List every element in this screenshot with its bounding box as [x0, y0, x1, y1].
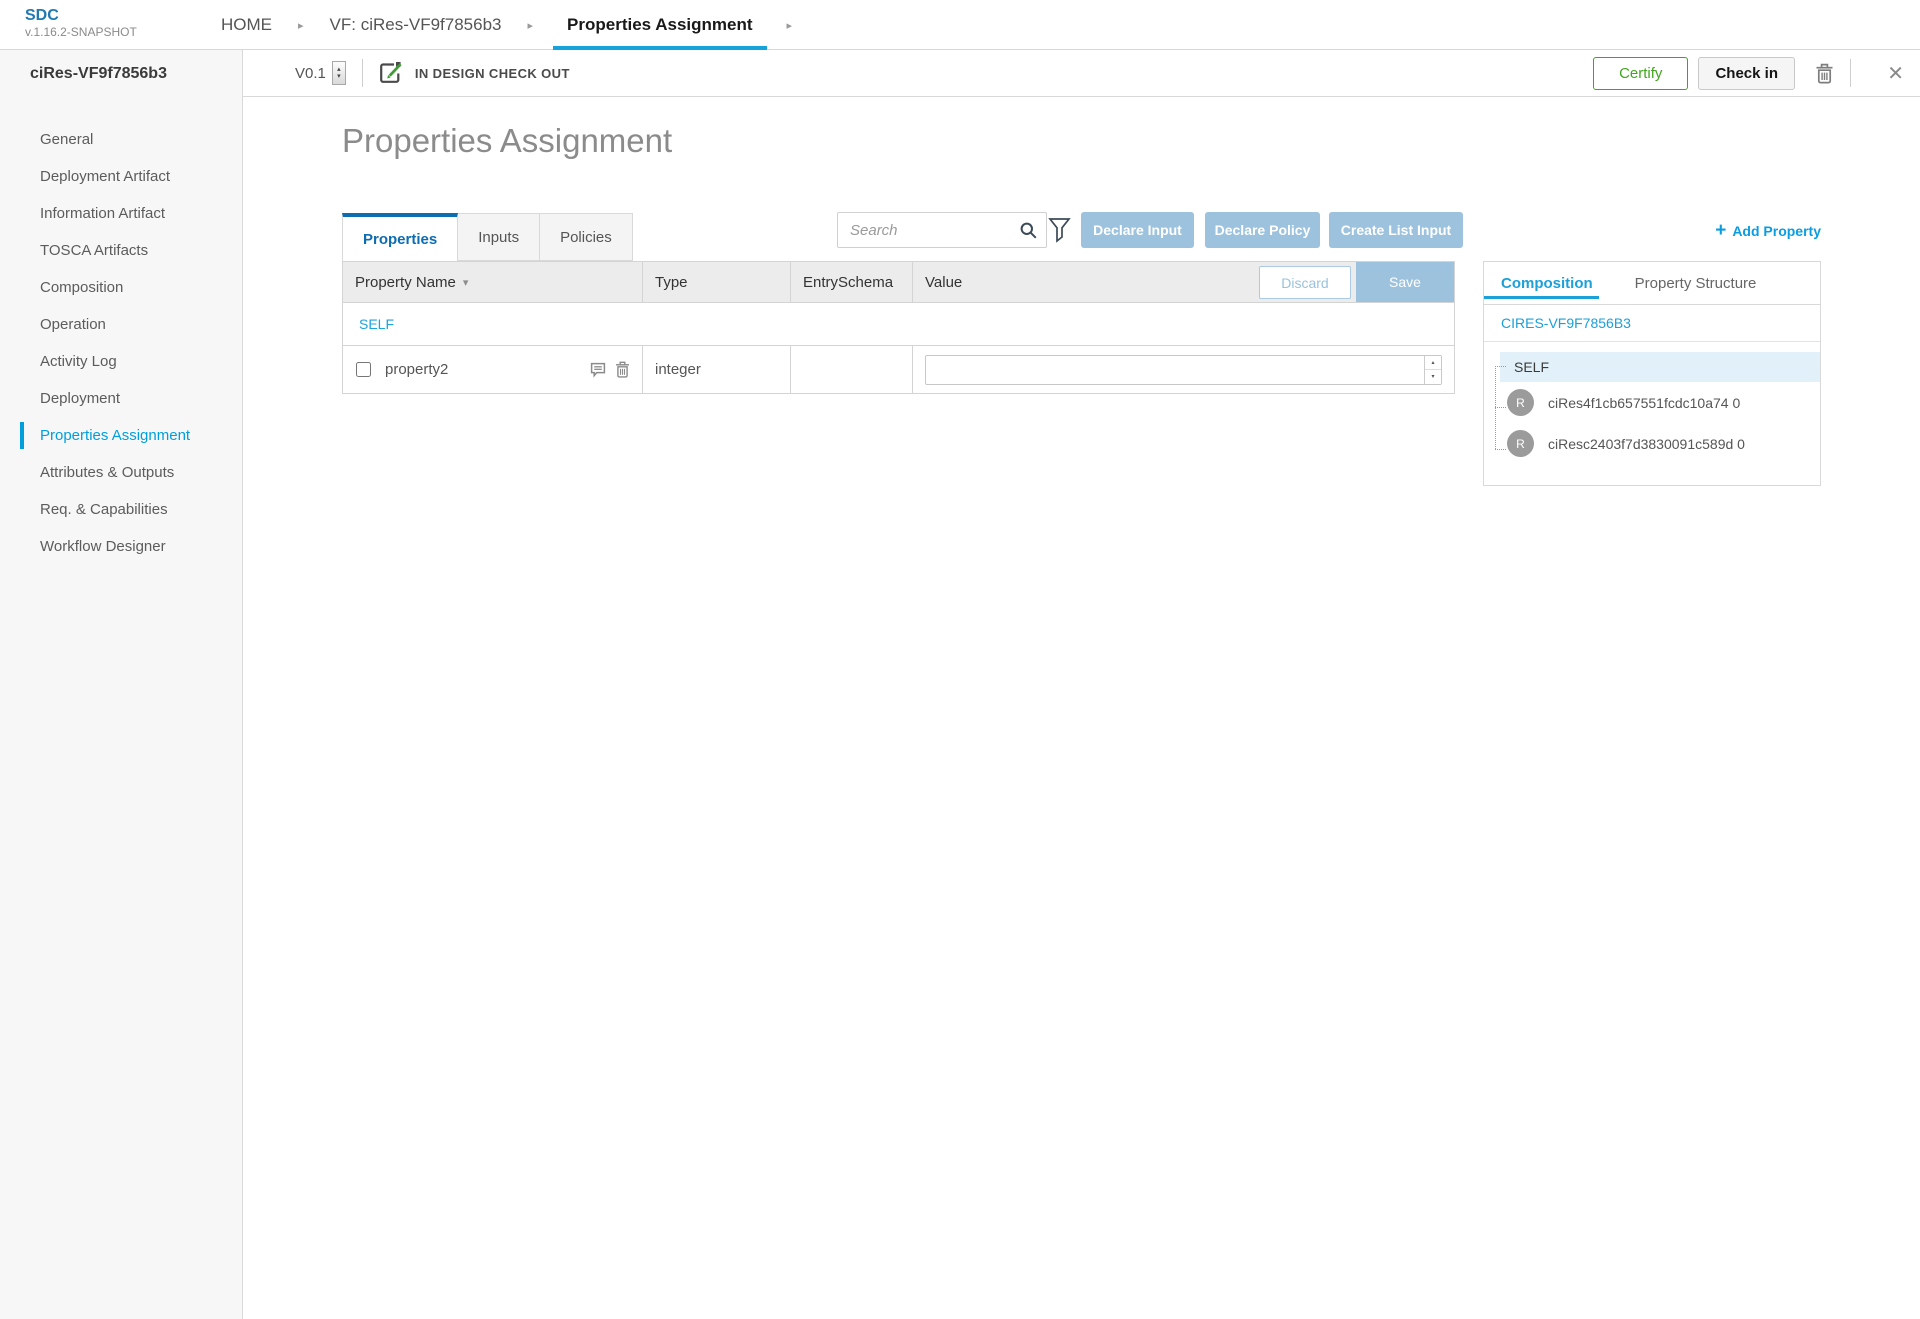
sidebar: General Deployment Artifact Information …: [0, 97, 243, 1319]
toolbar-actions: Certify Check in ✕: [1593, 56, 1904, 90]
tree-item-resource-1[interactable]: R ciRes4f1cb657551fcdc10a74 0: [1507, 382, 1820, 423]
discard-button[interactable]: Discard: [1259, 266, 1351, 299]
properties-tabs: Properties Inputs Policies: [342, 213, 633, 261]
spinner-down-icon[interactable]: ▾: [1425, 370, 1441, 384]
check-in-button[interactable]: Check in: [1698, 56, 1796, 90]
sidebar-item-deployment[interactable]: Deployment: [0, 380, 242, 417]
top-nav: SDC v.1.16.2-SNAPSHOT HOME ▸ VF: ciRes-V…: [0, 0, 1920, 51]
tab-property-structure[interactable]: Property Structure: [1635, 262, 1757, 304]
sort-icon[interactable]: ▾: [463, 276, 469, 289]
add-property-label: Add Property: [1732, 223, 1821, 239]
spinner-up-icon[interactable]: ▴: [337, 66, 341, 73]
sidebar-item-deployment-artifact[interactable]: Deployment Artifact: [0, 158, 242, 195]
toolbar-divider: [1850, 59, 1852, 87]
declare-policy-button[interactable]: Declare Policy: [1205, 212, 1320, 248]
breadcrumb: HOME ▸ VF: ciRes-VF9f7856b3 ▸ Properties…: [215, 0, 812, 51]
sidebar-item-general[interactable]: General: [0, 121, 242, 158]
plus-icon: +: [1715, 220, 1727, 241]
property-name-cell: property2: [343, 346, 643, 393]
property-value-cell: ▴ ▾: [913, 346, 1454, 393]
resource-avatar: R: [1507, 389, 1534, 416]
workspace-toolbar: V0.1 ▴ ▾ IN DESIGN CHECK OUT Certify Che…: [243, 50, 1920, 97]
lifecycle-status: IN DESIGN CHECK OUT: [414, 65, 570, 81]
declare-input-button[interactable]: Declare Input: [1081, 212, 1194, 248]
resource-label: ciRes4f1cb657551fcdc10a74 0: [1548, 394, 1741, 411]
value-spinner: ▴ ▾: [1424, 355, 1441, 384]
sidebar-item-operation[interactable]: Operation: [0, 306, 242, 343]
sidebar-item-composition[interactable]: Composition: [0, 269, 242, 306]
create-list-input-button[interactable]: Create List Input: [1329, 212, 1463, 248]
spinner-down-icon[interactable]: ▾: [337, 73, 341, 80]
tree-item-resource-2[interactable]: R ciResc2403f7d3830091c589d 0: [1507, 423, 1820, 464]
delete-icon[interactable]: [1815, 63, 1834, 84]
app-version: v.1.16.2-SNAPSHOT: [25, 25, 137, 40]
save-button[interactable]: Save: [1356, 262, 1454, 302]
breadcrumb-arrow-icon: ▸: [786, 19, 793, 32]
tree-connector: [1495, 407, 1506, 408]
resource-avatar: R: [1507, 430, 1534, 457]
property-entry-schema-cell: [791, 346, 913, 393]
sidebar-item-information-artifact[interactable]: Information Artifact: [0, 195, 242, 232]
entity-name: ciRes-VF9f7856b3: [30, 64, 167, 82]
certify-button[interactable]: Certify: [1593, 56, 1689, 90]
sidebar-item-activity-log[interactable]: Activity Log: [0, 343, 242, 380]
tab-inputs[interactable]: Inputs: [458, 213, 541, 261]
property-name: property2: [385, 361, 449, 378]
breadcrumb-arrow-icon: ▸: [527, 19, 534, 32]
self-group-link[interactable]: SELF: [359, 316, 394, 332]
sidebar-item-workflow-designer[interactable]: Workflow Designer: [0, 528, 242, 565]
spinner-up-icon[interactable]: ▴: [1425, 355, 1441, 370]
composition-panel: Composition Property Structure CIRES-VF9…: [1483, 261, 1821, 486]
column-property-name: Property Name ▾: [343, 262, 643, 302]
comment-icon[interactable]: [590, 362, 606, 378]
table-group-row: SELF: [342, 303, 1455, 346]
close-icon[interactable]: ✕: [1887, 61, 1904, 86]
toolbar-divider: [361, 59, 363, 87]
search-input[interactable]: [838, 213, 1008, 247]
properties-table: Property Name ▾ Type EntrySchema Value D…: [342, 261, 1455, 394]
check-out-icon: [379, 61, 405, 85]
add-property-button[interactable]: + Add Property: [1715, 220, 1821, 242]
version-selector[interactable]: ▴ ▾: [331, 61, 346, 85]
table-row: property2 integer ▴ ▾: [342, 346, 1455, 394]
sidebar-item-tosca-artifacts[interactable]: TOSCA Artifacts: [0, 232, 242, 269]
app-logo: SDC v.1.16.2-SNAPSHOT: [25, 6, 137, 40]
delete-row-icon[interactable]: [615, 361, 630, 378]
breadcrumb-home[interactable]: HOME: [215, 0, 278, 50]
page-title: Properties Assignment: [342, 122, 673, 159]
column-type: Type: [643, 262, 791, 302]
version-label: V0.1: [295, 64, 326, 82]
resource-label: ciResc2403f7d3830091c589d 0: [1548, 435, 1745, 452]
breadcrumb-vf[interactable]: VF: ciRes-VF9f7856b3: [324, 0, 508, 50]
column-entry-schema: EntrySchema: [791, 262, 913, 302]
row-actions: [590, 361, 630, 378]
sidebar-item-attributes-outputs[interactable]: Attributes & Outputs: [0, 454, 242, 491]
tree-connector: [1495, 449, 1506, 450]
search-box: [837, 212, 1047, 248]
workspace-entity-header: ciRes-VF9f7856b3: [0, 50, 243, 97]
tab-composition[interactable]: Composition: [1484, 262, 1599, 304]
app-logo-title: SDC: [25, 7, 59, 24]
property-type-cell: integer: [643, 346, 791, 393]
composition-panel-tabs: Composition Property Structure: [1484, 262, 1820, 305]
search-icon[interactable]: [1020, 222, 1037, 239]
sidebar-item-properties-assignment[interactable]: Properties Assignment: [0, 417, 242, 454]
property-value-input[interactable]: [925, 354, 1442, 385]
column-property-name-label: Property Name: [355, 273, 456, 291]
breadcrumb-arrow-icon: ▸: [298, 19, 304, 32]
composition-tree: SELF R ciRes4f1cb657551fcdc10a74 0 R ciR…: [1484, 342, 1820, 464]
breadcrumb-properties-assignment[interactable]: Properties Assignment: [553, 0, 768, 51]
value-input-wrap: ▴ ▾: [925, 354, 1442, 385]
tree-item-self[interactable]: SELF: [1500, 352, 1820, 382]
composition-root[interactable]: CIRES-VF9F7856B3: [1484, 305, 1820, 342]
property-checkbox[interactable]: [356, 362, 371, 377]
tab-policies[interactable]: Policies: [540, 213, 633, 261]
tree-connector: [1495, 366, 1506, 367]
table-header: Property Name ▾ Type EntrySchema Value D…: [342, 261, 1455, 303]
tab-properties[interactable]: Properties: [342, 213, 459, 261]
filter-icon[interactable]: [1048, 217, 1071, 244]
sidebar-item-req-capabilities[interactable]: Req. & Capabilities: [0, 491, 242, 528]
